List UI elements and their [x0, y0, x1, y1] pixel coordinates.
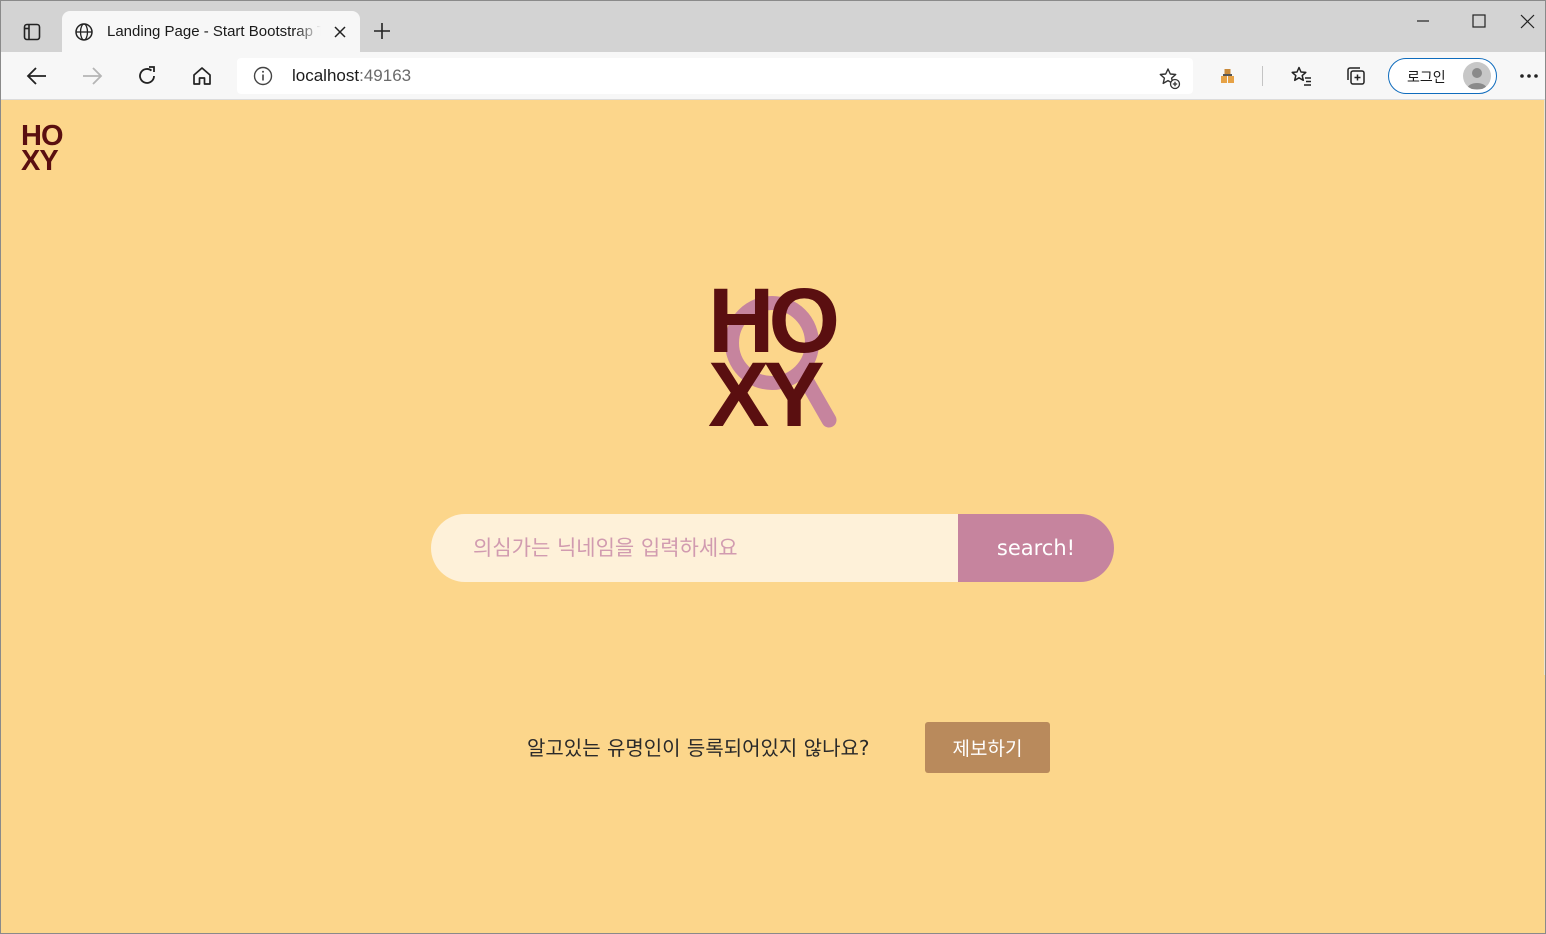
nav-logo[interactable]: HO XY: [21, 122, 67, 177]
minimize-button[interactable]: [1403, 7, 1443, 35]
extension-icon: [1221, 69, 1234, 83]
add-favorite-icon[interactable]: [1157, 66, 1181, 90]
browser-window: Landing Page - Start Bootstrap Theme: [0, 0, 1546, 934]
maximize-button[interactable]: [1459, 7, 1499, 35]
avatar: [1463, 62, 1491, 90]
info-icon[interactable]: [253, 66, 273, 86]
close-window-button[interactable]: [1507, 7, 1545, 35]
home-icon: [193, 67, 211, 85]
collections-button[interactable]: [1340, 60, 1372, 92]
more-icon: [1520, 74, 1538, 78]
tab-close-button[interactable]: [330, 22, 350, 42]
browser-toolbar: localhost:49163 로그인: [1, 52, 1545, 100]
tab-actions-icon: [23, 23, 41, 41]
address-host: localhost: [292, 66, 360, 85]
address-bar[interactable]: localhost:49163: [237, 58, 1193, 94]
minimize-icon: [1417, 20, 1429, 22]
extension-button[interactable]: [1212, 60, 1244, 92]
back-arrow-icon: [26, 67, 46, 85]
tab-actions-button[interactable]: [15, 15, 49, 49]
more-button[interactable]: [1513, 60, 1545, 92]
address-text[interactable]: localhost:49163: [292, 66, 411, 86]
page-content: HO XY HO XY search! 알고있는 유명인이 등록되어있지 않나요…: [1, 100, 1545, 933]
refresh-icon: [139, 66, 155, 84]
address-port: :49163: [359, 66, 412, 85]
hero-logo-line2: XY: [708, 344, 825, 446]
profile-icon: [1467, 68, 1487, 89]
home-button[interactable]: [186, 60, 218, 92]
close-icon: [1520, 14, 1534, 28]
search-button[interactable]: search!: [958, 514, 1114, 582]
globe-icon: [75, 23, 93, 41]
profile-login-label: 로그인: [1407, 69, 1446, 85]
nickname-search-input[interactable]: [431, 514, 958, 582]
report-button[interactable]: 제보하기: [925, 722, 1050, 773]
tab-title: Landing Page - Start Bootstrap Theme: [107, 23, 321, 40]
back-button[interactable]: [21, 60, 53, 92]
hero-logo: HO XY: [708, 275, 842, 446]
favorites-button[interactable]: [1285, 60, 1317, 92]
plus-icon: [374, 23, 390, 39]
forward-arrow-icon: [83, 67, 103, 85]
search-form: search!: [431, 514, 1114, 582]
favorites-icon: [1291, 66, 1311, 86]
maximize-icon: [1472, 14, 1486, 28]
nav-logo-line2: XY: [21, 145, 59, 177]
close-icon: [334, 26, 346, 38]
new-tab-button[interactable]: [367, 16, 397, 46]
tab-strip: Landing Page - Start Bootstrap Theme: [1, 1, 1545, 52]
active-tab[interactable]: Landing Page - Start Bootstrap Theme: [62, 11, 360, 52]
collections-icon: [1347, 67, 1365, 85]
refresh-button[interactable]: [131, 60, 163, 92]
forward-button[interactable]: [76, 60, 108, 92]
report-prompt: 알고있는 유명인이 등록되어있지 않나요?: [527, 736, 870, 760]
profile-login-button[interactable]: 로그인: [1388, 58, 1497, 94]
toolbar-separator: [1262, 66, 1263, 86]
